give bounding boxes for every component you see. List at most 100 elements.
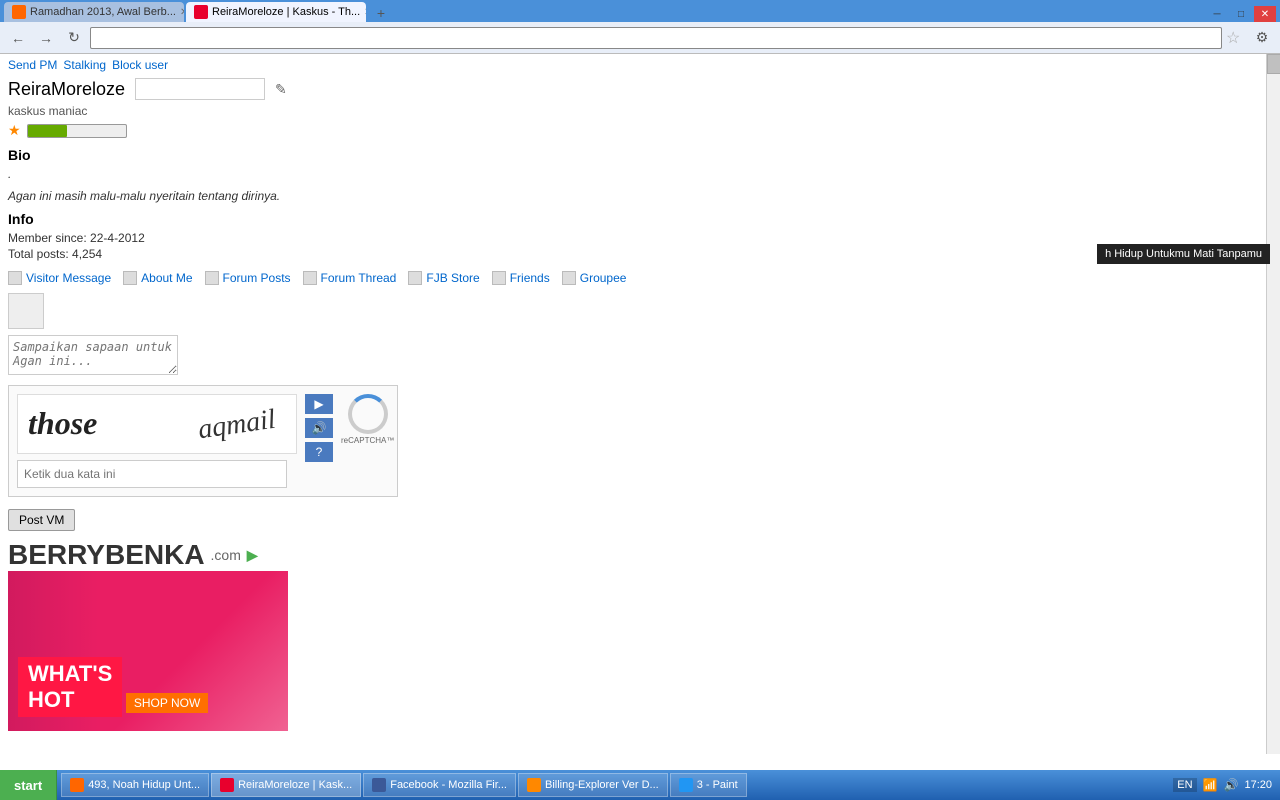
send-pm-link[interactable]: Send PM — [8, 58, 57, 72]
taskbar-icon-5 — [679, 778, 693, 792]
profile-section: Send PM Stalking Block user ReiraMoreloz… — [0, 54, 1280, 735]
ad-shop-now-text: SHOP NOW — [126, 693, 208, 713]
captcha-word-1: those — [28, 405, 97, 442]
captcha-controls: ▶ 🔊 ? — [305, 394, 333, 462]
taskbar-label-4: Billing-Explorer Ver D... — [545, 779, 659, 791]
nav-groupee[interactable]: Groupee — [562, 271, 627, 285]
tab-2-icon — [194, 5, 208, 19]
recaptcha-spinner — [348, 394, 388, 434]
member-since-row: Member since: 22-4-2012 — [8, 231, 1272, 245]
post-vm-button[interactable]: Post VM — [8, 509, 75, 531]
help-icon: ? — [316, 445, 323, 459]
tab-2-close[interactable]: ✕ — [364, 7, 366, 18]
captcha-input[interactable] — [17, 460, 287, 488]
scrollbar-thumb[interactable] — [1267, 54, 1280, 74]
tab-1-close[interactable]: ✕ — [180, 7, 184, 18]
profile-username: ReiraMoreloze — [8, 79, 125, 100]
profile-stars: ★ — [8, 122, 1272, 139]
nav-visitor-message[interactable]: Visitor Message — [8, 271, 111, 285]
captcha-volume-button[interactable]: 🔊 — [305, 418, 333, 438]
start-button[interactable]: start — [0, 770, 57, 800]
audio-icon: ▶ — [314, 397, 323, 411]
taskbar-icon-3 — [372, 778, 386, 792]
nav-forum-posts[interactable]: Forum Posts — [205, 271, 291, 285]
taskbar-icon-2 — [220, 778, 234, 792]
nav-visitor-message-label: Visitor Message — [26, 271, 111, 285]
captcha-image: those aqmail — [17, 394, 297, 454]
volume-icon: 🔊 — [312, 421, 327, 435]
tab-1-icon — [12, 5, 26, 19]
tools-button[interactable]: ⚙ — [1250, 26, 1274, 50]
taskbar-item-2[interactable]: ReiraMoreloze | Kask... — [211, 773, 361, 797]
taskbar-icon-4 — [527, 778, 541, 792]
captcha-audio-button[interactable]: ▶ — [305, 394, 333, 414]
nav-about-me[interactable]: About Me — [123, 271, 192, 285]
captcha-word-2: aqmail — [196, 404, 277, 447]
taskbar-item-5[interactable]: 3 - Paint — [670, 773, 747, 797]
fjb-store-icon — [408, 271, 422, 285]
taskbar-item-1[interactable]: 493, Noah Hidup Unt... — [61, 773, 209, 797]
visitor-message-icon — [8, 271, 22, 285]
scrollbar[interactable] — [1266, 54, 1280, 754]
ad-play-icon: ▶ — [247, 547, 258, 564]
taskbar-label-1: 493, Noah Hidup Unt... — [88, 779, 200, 791]
vm-textarea[interactable] — [8, 335, 178, 375]
bio-text: . — [8, 167, 1272, 181]
edit-icon[interactable]: ✎ — [275, 81, 287, 98]
window-controls: ─ □ ✕ — [1206, 6, 1276, 22]
nav-forum-thread-label: Forum Thread — [321, 271, 397, 285]
bio-description: Agan ini masih malu-malu nyeritain tenta… — [8, 189, 1272, 203]
taskbar-icon-1 — [70, 778, 84, 792]
taskbar-sys: EN 📶 🔊 17:20 — [1165, 778, 1280, 792]
nav-fjb-store[interactable]: FJB Store — [408, 271, 479, 285]
rank-progress-bar — [27, 124, 127, 138]
taskbar: start 493, Noah Hidup Unt... ReiraMorelo… — [0, 770, 1280, 800]
profile-actions: Send PM Stalking Block user — [8, 58, 1272, 72]
profile-nav: Visitor Message About Me Forum Posts For… — [8, 271, 1272, 285]
nav-bar: ← → ↻ www.kaskus.co.id/profile/4270477 ☆… — [0, 22, 1280, 54]
back-button[interactable]: ← — [6, 26, 30, 50]
rank-progress-fill — [28, 125, 67, 137]
user-avatar — [8, 293, 44, 329]
ad-area: BERRYBENKA .com ▶ WHAT'SHOT SHOP NOW — [8, 539, 1272, 731]
bookmark-star[interactable]: ☆ — [1226, 28, 1246, 48]
captcha-box: those aqmail ▶ 🔊 ? — [8, 385, 398, 497]
profile-name-input[interactable] — [135, 78, 265, 100]
ad-what-hot-text: WHAT'SHOT — [18, 657, 122, 717]
taskbar-item-3[interactable]: Facebook - Mozilla Fir... — [363, 773, 516, 797]
stalking-link[interactable]: Stalking — [63, 58, 106, 72]
taskbar-label-2: ReiraMoreloze | Kask... — [238, 779, 352, 791]
member-since-label: Member since: — [8, 231, 87, 245]
taskbar-items: 493, Noah Hidup Unt... ReiraMoreloze | K… — [57, 773, 1165, 797]
nav-friends[interactable]: Friends — [492, 271, 550, 285]
ad-image[interactable]: WHAT'SHOT SHOP NOW — [8, 571, 288, 731]
sys-network-icon: 📶 — [1203, 778, 1218, 792]
info-heading: Info — [8, 211, 1272, 227]
total-posts-label: Total posts: — [8, 247, 69, 261]
address-bar[interactable]: www.kaskus.co.id/profile/4270477 — [90, 27, 1222, 49]
nav-groupee-label: Groupee — [580, 271, 627, 285]
tab-1[interactable]: Ramadhan 2013, Awal Berb... ✕ — [4, 2, 184, 22]
close-button[interactable]: ✕ — [1254, 6, 1276, 22]
vm-area: those aqmail ▶ 🔊 ? — [8, 293, 1272, 531]
captcha-help-button[interactable]: ? — [305, 442, 333, 462]
maximize-button[interactable]: □ — [1230, 6, 1252, 22]
nav-forum-thread[interactable]: Forum Thread — [303, 271, 397, 285]
star-1: ★ — [8, 122, 21, 139]
total-posts-row: Total posts: 4,254 — [8, 247, 1272, 261]
page-content: Send PM Stalking Block user ReiraMoreloz… — [0, 54, 1280, 754]
profile-rank: kaskus maniac — [8, 104, 1272, 118]
tab-2[interactable]: ReiraMoreloze | Kaskus - Th... ✕ — [186, 2, 366, 22]
taskbar-item-4[interactable]: Billing-Explorer Ver D... — [518, 773, 668, 797]
minimize-button[interactable]: ─ — [1206, 6, 1228, 22]
refresh-button[interactable]: ↻ — [62, 26, 86, 50]
tab-1-label: Ramadhan 2013, Awal Berb... — [30, 6, 176, 18]
recaptcha-label: reCAPTCHA™ — [341, 436, 394, 445]
block-user-link[interactable]: Block user — [112, 58, 168, 72]
nav-friends-label: Friends — [510, 271, 550, 285]
new-tab-button[interactable]: + — [372, 4, 390, 22]
brand-name: BERRYBENKA — [8, 539, 205, 571]
floating-banner: h Hidup Untukmu Mati Tanpamu — [1097, 244, 1270, 264]
forward-button[interactable]: → — [34, 26, 58, 50]
bio-heading: Bio — [8, 147, 1272, 163]
